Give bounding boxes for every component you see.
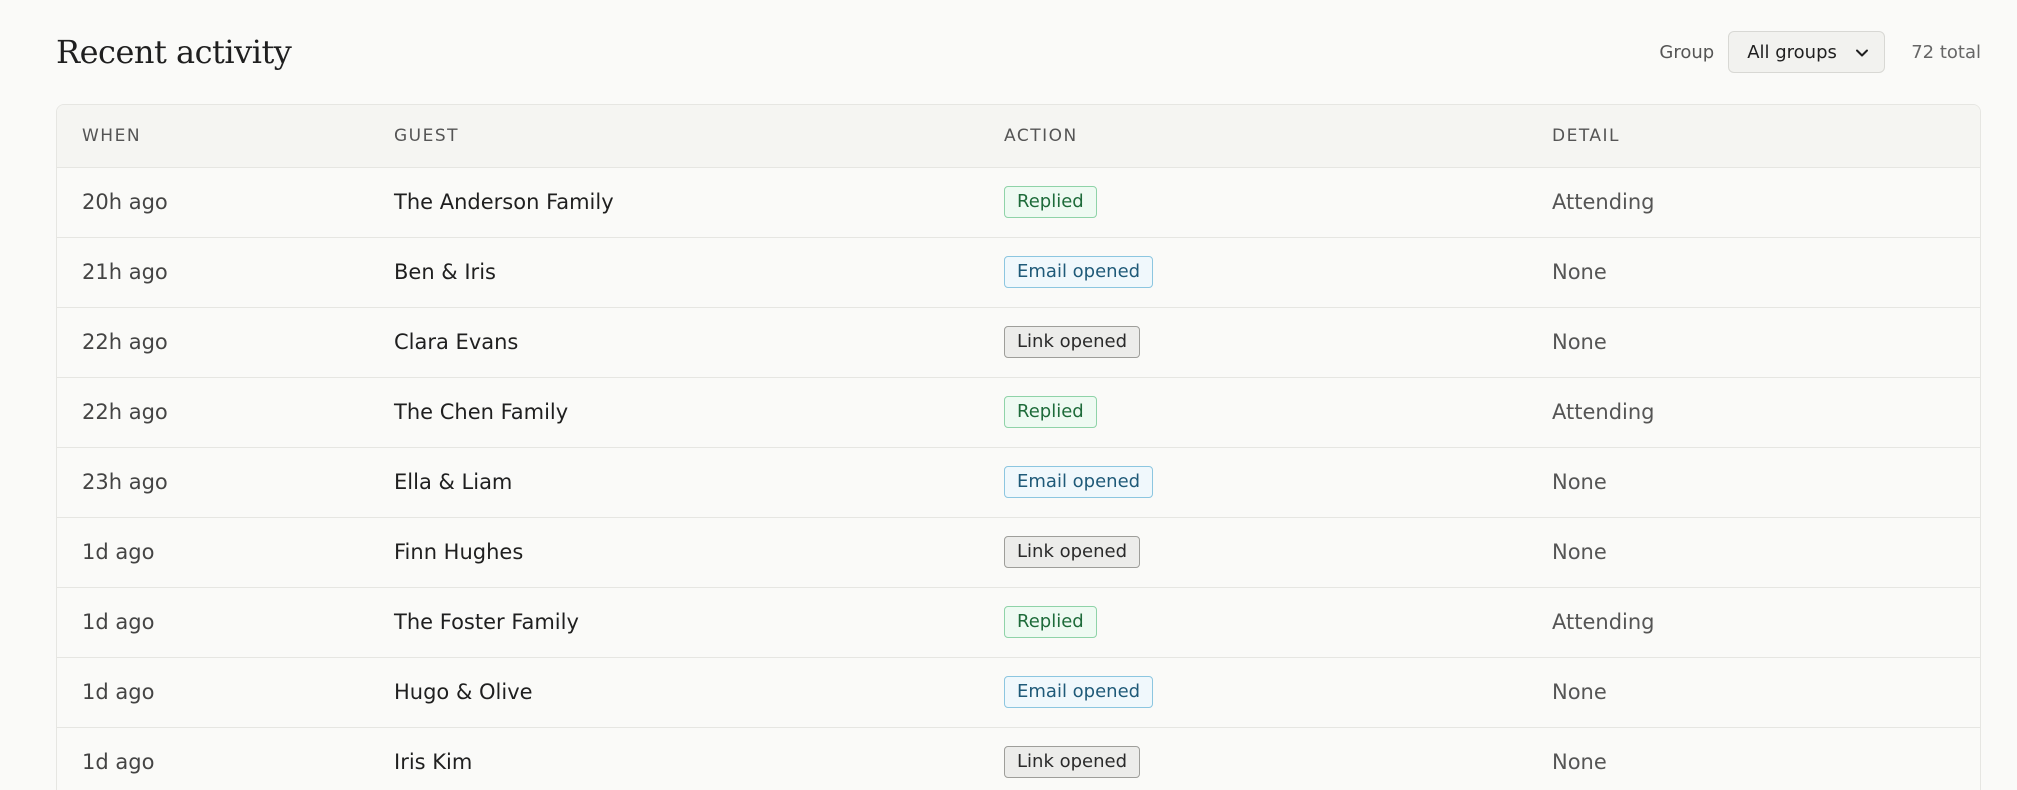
detail-cell: None xyxy=(1527,236,1980,307)
action-badge: Link opened xyxy=(1004,536,1141,568)
action-cell: Email opened xyxy=(979,236,1527,307)
detail-cell: Attending xyxy=(1527,376,1980,447)
action-badge: Replied xyxy=(1004,396,1097,428)
action-badge: Link opened xyxy=(1004,746,1141,779)
page-header: Recent activity Group All groups 72 tota… xyxy=(56,0,1981,104)
action-badge: Email opened xyxy=(1004,466,1154,498)
when-cell: 21h ago xyxy=(57,236,369,307)
column-header-guest: GUEST xyxy=(369,105,979,167)
action-badge: Replied xyxy=(1004,606,1097,638)
guest-cell: Ella & Liam xyxy=(369,446,979,517)
group-select[interactable]: All groups xyxy=(1728,31,1886,73)
guest-cell: Clara Evans xyxy=(369,306,979,377)
column-header-when: WHEN xyxy=(57,105,369,167)
action-cell: Email opened xyxy=(979,446,1527,517)
page-title: Recent activity xyxy=(56,33,292,71)
guest-cell: Finn Hughes xyxy=(369,516,979,587)
action-badge: Link opened xyxy=(1004,326,1141,358)
column-header-detail: DETAIL xyxy=(1527,105,1980,167)
detail-cell: None xyxy=(1527,726,1980,790)
detail-cell: None xyxy=(1527,516,1980,587)
table-row: 22h ago Clara Evans Link opened None xyxy=(57,306,1980,377)
chevron-down-icon xyxy=(1856,49,1869,57)
when-cell: 20h ago xyxy=(57,166,369,237)
table-row: 1d ago Hugo & Olive Email opened None xyxy=(57,656,1980,727)
action-cell: Link opened xyxy=(979,306,1527,377)
when-cell: 1d ago xyxy=(57,656,369,727)
action-cell: Link opened xyxy=(979,516,1527,587)
when-cell: 22h ago xyxy=(57,306,369,377)
detail-cell: None xyxy=(1527,446,1980,517)
action-cell: Email opened xyxy=(979,656,1527,727)
when-cell: 1d ago xyxy=(57,516,369,587)
header-controls: Group All groups 72 total xyxy=(1659,31,1981,73)
table-row: 20h ago The Anderson Family Replied Atte… xyxy=(57,166,1980,237)
table-header-row: WHEN GUEST ACTION DETAIL xyxy=(57,105,1980,167)
guest-cell: Iris Kim xyxy=(369,726,979,790)
activity-table: WHEN GUEST ACTION DETAIL 20h ago The And… xyxy=(56,104,1981,790)
table-body: 20h ago The Anderson Family Replied Atte… xyxy=(57,166,1980,790)
page: Recent activity Group All groups 72 tota… xyxy=(0,0,2017,790)
table-row: 1d ago The Foster Family Replied Attendi… xyxy=(57,586,1980,657)
action-cell: Replied xyxy=(979,586,1527,657)
when-cell: 1d ago xyxy=(57,726,369,790)
table-row: 1d ago Finn Hughes Link opened None xyxy=(57,516,1980,587)
action-badge: Replied xyxy=(1004,186,1097,218)
guest-cell: The Chen Family xyxy=(369,376,979,447)
table-row: 23h ago Ella & Liam Email opened None xyxy=(57,446,1980,517)
when-cell: 22h ago xyxy=(57,376,369,447)
detail-cell: Attending xyxy=(1527,166,1980,237)
guest-cell: Ben & Iris xyxy=(369,236,979,307)
column-header-action: ACTION xyxy=(979,105,1527,167)
action-cell: Replied xyxy=(979,166,1527,237)
action-cell: Replied xyxy=(979,376,1527,447)
guest-cell: Hugo & Olive xyxy=(369,656,979,727)
action-cell: Link opened xyxy=(979,726,1527,790)
guest-cell: The Anderson Family xyxy=(369,166,979,237)
table-row: 1d ago Iris Kim Link opened None xyxy=(57,726,1980,790)
detail-cell: Attending xyxy=(1527,586,1980,657)
group-select-value: All groups xyxy=(1747,41,1837,63)
action-badge: Email opened xyxy=(1004,256,1154,288)
group-filter-label: Group xyxy=(1659,41,1715,63)
table-row: 21h ago Ben & Iris Email opened None xyxy=(57,236,1980,307)
guest-cell: The Foster Family xyxy=(369,586,979,657)
total-count: 72 total xyxy=(1911,41,1981,63)
table-row: 22h ago The Chen Family Replied Attendin… xyxy=(57,376,1980,447)
when-cell: 1d ago xyxy=(57,586,369,657)
detail-cell: None xyxy=(1527,656,1980,727)
when-cell: 23h ago xyxy=(57,446,369,517)
detail-cell: None xyxy=(1527,306,1980,377)
action-badge: Email opened xyxy=(1004,676,1154,708)
